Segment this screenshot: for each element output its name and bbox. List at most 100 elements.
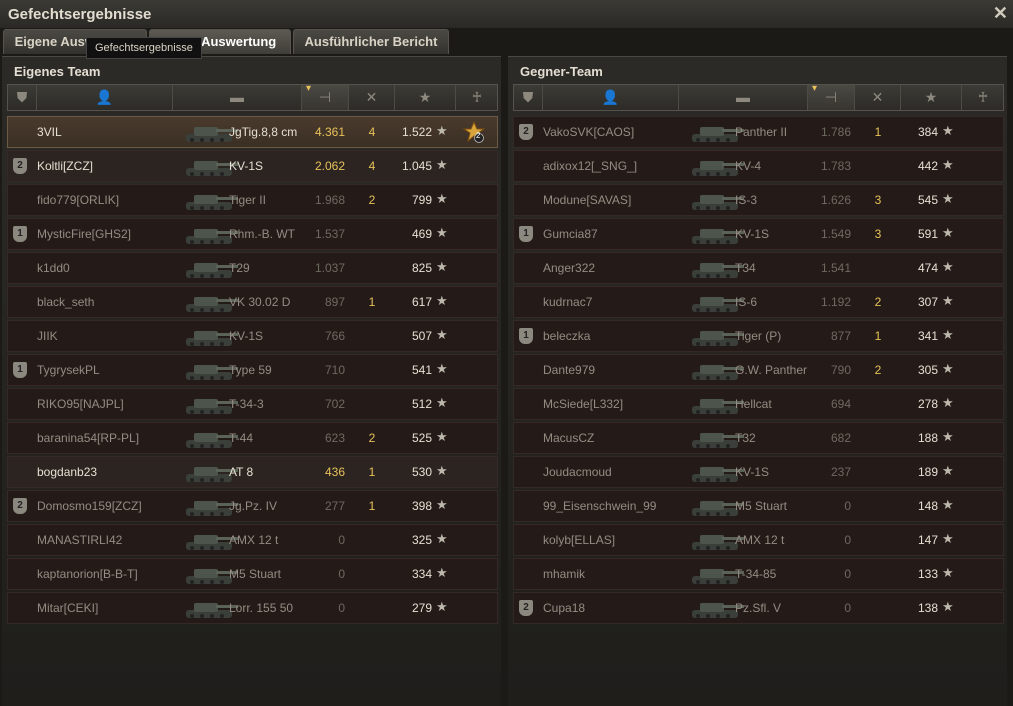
medal-icon[interactable]: 2 xyxy=(462,120,486,143)
tank-icon[interactable]: ▬ xyxy=(679,85,808,110)
tank-name: Rhm.-B. WT xyxy=(229,227,295,241)
table-row[interactable]: mhamik T-34-85 0 133 ★ xyxy=(513,558,1004,590)
player-name[interactable]: Modune[SAVAS] xyxy=(543,193,631,207)
player-name[interactable]: Mitar[CEKI] xyxy=(37,601,98,615)
table-row[interactable]: 2 Cupa18 Pz.Sfl. V 0 138 ★ xyxy=(513,592,1004,624)
star-icon: ★ xyxy=(436,599,448,614)
player-name[interactable]: MysticFire[GHS2] xyxy=(37,227,131,241)
kills-value: 1 xyxy=(874,329,882,343)
player-name[interactable]: Dante979 xyxy=(543,363,595,377)
player-icon[interactable]: 👤 xyxy=(543,85,679,110)
player-name[interactable]: MacusCZ xyxy=(543,431,594,445)
xp-star-icon[interactable]: ★ xyxy=(901,85,962,110)
tank-name: IS-3 xyxy=(735,193,758,207)
star-icon: ★ xyxy=(436,327,448,342)
player-name[interactable]: Domosmo159[ZCZ] xyxy=(37,499,142,513)
table-row[interactable]: McSiede[L332] Hellcat 694 278 ★ xyxy=(513,388,1004,420)
player-name[interactable]: JIIK xyxy=(37,329,58,343)
xp-value: 188 xyxy=(917,431,938,445)
xp-value: 617 xyxy=(411,295,432,309)
player-name[interactable]: MANASTIRLI42 xyxy=(37,533,122,547)
damage-value: 790 xyxy=(830,363,851,377)
player-name[interactable]: baranina54[RP-PL] xyxy=(37,431,139,445)
kills-icon[interactable]: ✕ xyxy=(855,85,901,110)
player-name[interactable]: adixox12[_SNG_] xyxy=(543,159,637,173)
tab-ausfuehrlicher-bericht[interactable]: Ausführlicher Bericht xyxy=(293,29,449,54)
damage-value: 0 xyxy=(844,601,851,615)
xp-value: 799 xyxy=(411,193,432,207)
tank-name: T-34-3 xyxy=(229,397,264,411)
player-name[interactable]: RIKO95[NAJPL] xyxy=(37,397,124,411)
player-name[interactable]: Gumcia87 xyxy=(543,227,598,241)
squad-icon[interactable]: ⛊ xyxy=(8,85,37,110)
player-name[interactable]: kudrnac7 xyxy=(543,295,592,309)
tank-icon[interactable]: ▬ xyxy=(173,85,302,110)
damage-value: 1.541 xyxy=(820,261,851,275)
medal-icon[interactable]: ♰ xyxy=(962,85,1004,110)
table-row[interactable]: RIKO95[NAJPL] T-34-3 702 512 ★ xyxy=(7,388,498,420)
table-row[interactable]: Dante979 G.W. Panther 790 2 305 ★ xyxy=(513,354,1004,386)
player-name[interactable]: fido779[ORLIK] xyxy=(37,193,119,207)
player-name[interactable]: Cupa18 xyxy=(543,601,585,615)
table-row[interactable]: 99_Eisenschwein_99 M5 Stuart 0 148 ★ xyxy=(513,490,1004,522)
xp-value: 825 xyxy=(411,261,432,275)
xp-value: 305 xyxy=(917,363,938,377)
player-name[interactable]: mhamik xyxy=(543,567,585,581)
player-name[interactable]: bogdanb23 xyxy=(37,465,97,479)
player-name[interactable]: black_seth xyxy=(37,295,94,309)
table-row[interactable]: kolyb[ELLAS] AMX 12 t 0 147 ★ xyxy=(513,524,1004,556)
table-row[interactable]: adixox12[_SNG_] KV-4 1.783 442 ★ xyxy=(513,150,1004,182)
table-row[interactable]: MANASTIRLI42 AMX 12 t 0 325 ★ xyxy=(7,524,498,556)
table-row[interactable]: Modune[SAVAS] IS-3 1.626 3 545 ★ xyxy=(513,184,1004,216)
table-row[interactable]: k1dd0 T29 1.037 825 ★ xyxy=(7,252,498,284)
table-row[interactable]: fido779[ORLIK] Tiger II 1.968 2 799 ★ xyxy=(7,184,498,216)
table-row[interactable]: 1 MysticFire[GHS2] Rhm.-B. WT 1.537 469 ★ xyxy=(7,218,498,250)
table-row[interactable]: Mitar[CEKI] Lorr. 155 50 0 279 ★ xyxy=(7,592,498,624)
table-row[interactable]: 1 beleczka Tiger (P) 877 1 341 ★ xyxy=(513,320,1004,352)
table-row[interactable]: 1 Gumcia87 KV-1S 1.549 3 591 ★ xyxy=(513,218,1004,250)
table-row[interactable]: 2 VakoSVK[CAOS] Panther II 1.786 1 384 ★ xyxy=(513,116,1004,148)
tank-name: Panther II xyxy=(735,125,788,139)
table-row[interactable]: 1 TygrysekPL Type 59 710 541 ★ xyxy=(7,354,498,386)
table-row[interactable]: 2 Koltli[ZCZ] KV-1S 2.062 4 1.045 ★ xyxy=(7,150,498,182)
platoon-badge: 2 xyxy=(13,498,27,514)
table-row[interactable]: MacusCZ T32 682 188 ★ xyxy=(513,422,1004,454)
player-name[interactable]: Koltli[ZCZ] xyxy=(37,159,93,173)
table-row[interactable]: JIIK KV-1S 766 507 ★ xyxy=(7,320,498,352)
xp-value: 398 xyxy=(411,499,432,513)
damage-icon[interactable]: ⊣ xyxy=(808,76,855,110)
table-row[interactable]: bogdanb23 AT 8 436 1 530 ★ xyxy=(7,456,498,488)
player-name[interactable]: kolyb[ELLAS] xyxy=(543,533,615,547)
table-row[interactable]: baranina54[RP-PL] T-44 623 2 525 ★ xyxy=(7,422,498,454)
damage-icon[interactable]: ⊣ xyxy=(302,76,349,110)
player-name[interactable]: 99_Eisenschwein_99 xyxy=(543,499,656,513)
player-name[interactable]: kaptanorion[B-B-T] xyxy=(37,567,138,581)
xp-star-icon[interactable]: ★ xyxy=(395,85,456,110)
table-row[interactable]: 3VIL JgTig.8,8 cm 4.361 4 1.522 ★ 2 xyxy=(7,116,498,148)
table-row[interactable]: kudrnac7 IS-6 1.192 2 307 ★ xyxy=(513,286,1004,318)
tank-name: KV-1S xyxy=(229,159,264,173)
table-row[interactable]: Joudacmoud KV-1S 237 189 ★ xyxy=(513,456,1004,488)
xp-value: 334 xyxy=(411,567,432,581)
damage-value: 2.062 xyxy=(314,159,345,173)
table-row[interactable]: kaptanorion[B-B-T] M5 Stuart 0 334 ★ xyxy=(7,558,498,590)
medal-icon[interactable]: ♰ xyxy=(456,85,498,110)
table-row[interactable]: Anger322 T34 1.541 474 ★ xyxy=(513,252,1004,284)
player-name[interactable]: beleczka xyxy=(543,329,590,343)
star-icon: ★ xyxy=(942,191,954,206)
squad-icon[interactable]: ⛊ xyxy=(514,85,543,110)
player-name[interactable]: TygrysekPL xyxy=(37,363,100,377)
player-name[interactable]: k1dd0 xyxy=(37,261,70,275)
player-name[interactable]: McSiede[L332] xyxy=(543,397,623,411)
kills-icon[interactable]: ✕ xyxy=(349,85,395,110)
close-icon[interactable]: ✕ xyxy=(993,3,1008,24)
player-name[interactable]: VakoSVK[CAOS] xyxy=(543,125,634,139)
table-row[interactable]: 2 Domosmo159[ZCZ] Jg.Pz. IV 277 1 398 ★ xyxy=(7,490,498,522)
player-name[interactable]: Anger322 xyxy=(543,261,595,275)
kills-value: 1 xyxy=(368,295,376,309)
player-name[interactable]: Joudacmoud xyxy=(543,465,612,479)
player-name[interactable]: 3VIL xyxy=(37,125,62,139)
table-row[interactable]: black_seth VK 30.02 D 897 1 617 ★ xyxy=(7,286,498,318)
enemy-team-title: Gegner-Team xyxy=(520,64,603,79)
player-icon[interactable]: 👤 xyxy=(37,85,173,110)
